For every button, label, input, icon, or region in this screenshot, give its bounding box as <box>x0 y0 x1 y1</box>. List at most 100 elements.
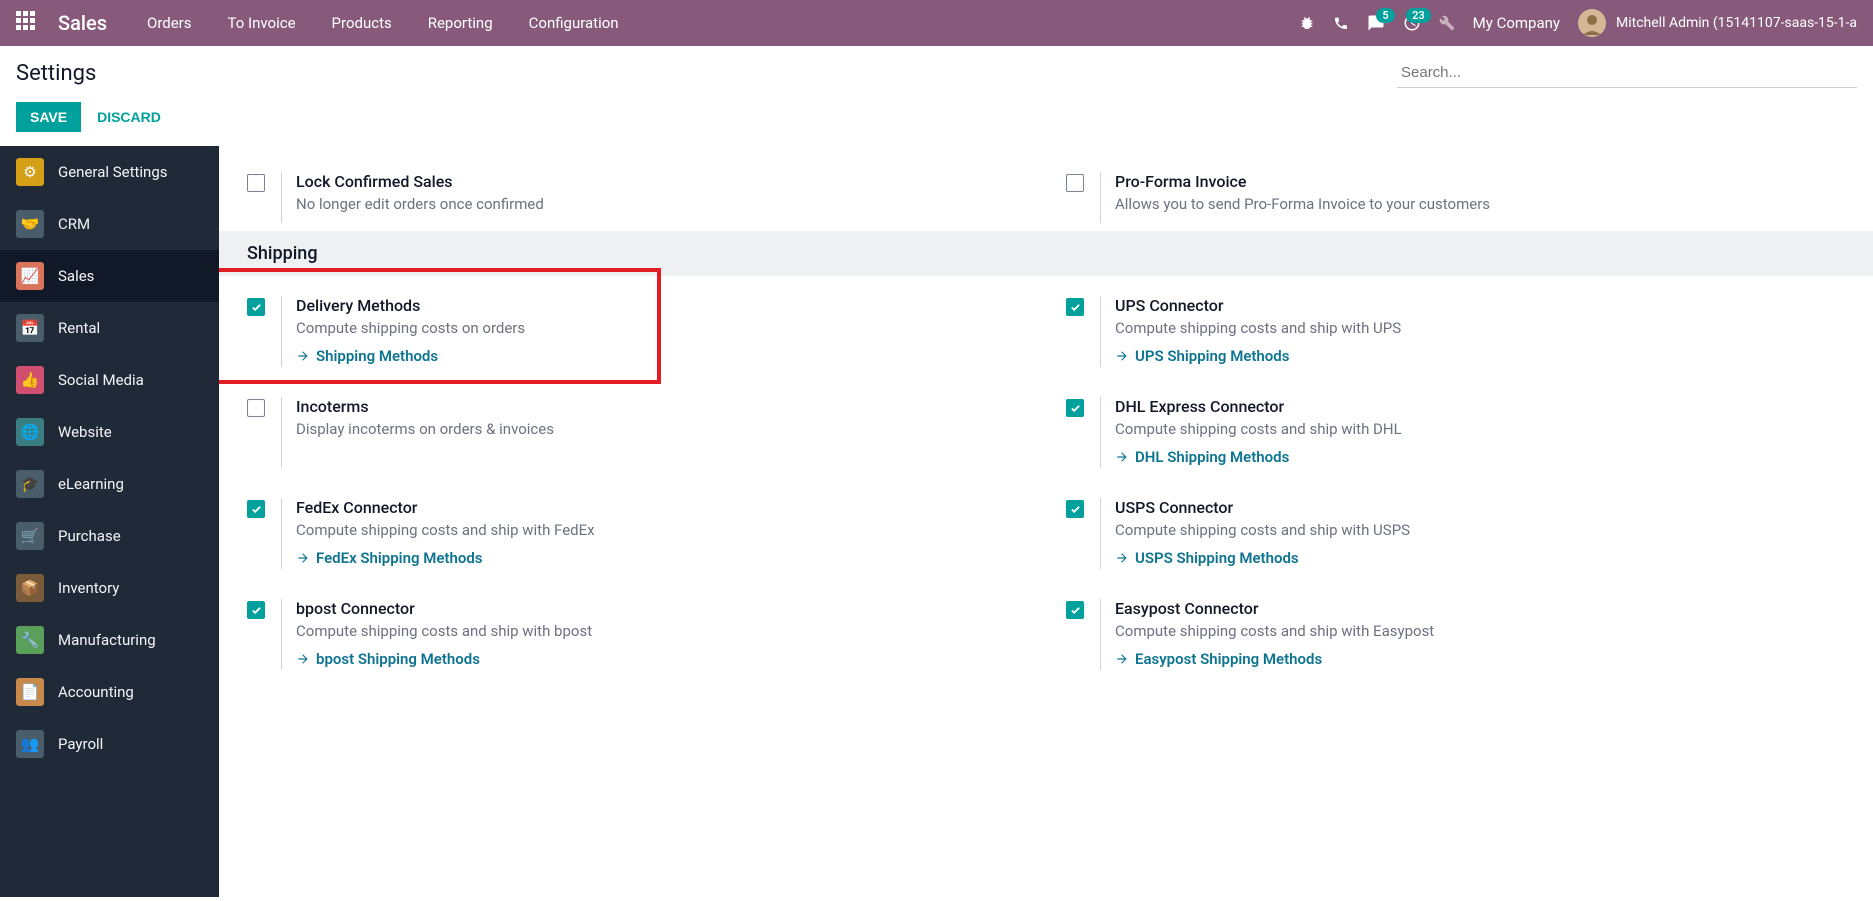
setting-link[interactable]: DHL Shipping Methods <box>1115 448 1289 466</box>
sidebar-item-sales[interactable]: 📈 Sales <box>0 250 219 302</box>
sidebar-label: General Settings <box>58 163 168 181</box>
nav-to-invoice[interactable]: To Invoice <box>228 14 296 32</box>
setting-title: bpost Connector <box>296 599 1026 618</box>
phone-icon[interactable] <box>1333 15 1349 31</box>
discard-button[interactable]: DISCARD <box>97 109 161 125</box>
messages-icon[interactable]: 5 <box>1367 14 1385 32</box>
sidebar-item-elearning[interactable]: 🎓 eLearning <box>0 458 219 510</box>
nav-reporting[interactable]: Reporting <box>428 14 493 32</box>
sidebar-item-crm[interactable]: 🤝 CRM <box>0 198 219 250</box>
divider <box>1100 599 1101 670</box>
sidebar-item-website[interactable]: 🌐 Website <box>0 406 219 458</box>
page-title: Settings <box>16 61 96 86</box>
setting-desc: Compute shipping costs on orders <box>296 319 1026 337</box>
save-button[interactable]: SAVE <box>16 102 81 132</box>
nav-products[interactable]: Products <box>332 14 392 32</box>
sidebar-label: Rental <box>58 319 100 337</box>
setting-title: Easypost Connector <box>1115 599 1845 618</box>
settings-sidebar: ⚙ General Settings 🤝 CRM 📈 Sales 📅 Renta… <box>0 146 219 897</box>
divider <box>281 172 282 223</box>
divider <box>281 296 282 367</box>
setting-fedex-connector: FedEx Connector Compute shipping costs a… <box>247 498 1026 569</box>
nav-configuration[interactable]: Configuration <box>529 14 619 32</box>
checkbox[interactable] <box>247 298 265 316</box>
sidebar-item-general-settings[interactable]: ⚙ General Settings <box>0 146 219 198</box>
sidebar-icon: 📈 <box>16 262 44 290</box>
setting-desc: No longer edit orders once confirmed <box>296 195 1026 213</box>
setting-link[interactable]: Easypost Shipping Methods <box>1115 650 1322 668</box>
checkbox[interactable] <box>247 500 265 518</box>
checkbox[interactable] <box>247 399 265 417</box>
user-menu[interactable]: Mitchell Admin (15141107-saas-15-1-a <box>1578 9 1857 37</box>
section-title-shipping: Shipping <box>219 231 1873 276</box>
apps-icon[interactable] <box>16 11 40 35</box>
search-input[interactable] <box>1397 58 1857 88</box>
sidebar-item-payroll[interactable]: 👥 Payroll <box>0 718 219 770</box>
setting-link[interactable]: UPS Shipping Methods <box>1115 347 1289 365</box>
setting-incoterms: Incoterms Display incoterms on orders & … <box>247 397 1026 468</box>
sidebar-icon: 🤝 <box>16 210 44 238</box>
app-brand[interactable]: Sales <box>58 11 107 35</box>
messages-badge: 5 <box>1376 8 1394 23</box>
sidebar-item-social-media[interactable]: 👍 Social Media <box>0 354 219 406</box>
sidebar-label: Manufacturing <box>58 631 156 649</box>
sidebar-label: Payroll <box>58 735 103 753</box>
sidebar-label: Sales <box>58 267 94 285</box>
setting-bpost-connector: bpost Connector Compute shipping costs a… <box>247 599 1026 670</box>
sidebar-item-manufacturing[interactable]: 🔧 Manufacturing <box>0 614 219 666</box>
sidebar-label: Purchase <box>58 527 121 545</box>
checkbox-proforma[interactable] <box>1066 174 1084 192</box>
bug-icon[interactable] <box>1299 15 1315 31</box>
nav-orders[interactable]: Orders <box>147 14 192 32</box>
setting-link[interactable]: bpost Shipping Methods <box>296 650 480 668</box>
setting-desc: Compute shipping costs and ship with UPS <box>1115 319 1845 337</box>
sidebar-icon: 🛒 <box>16 522 44 550</box>
activity-icon[interactable]: 23 <box>1403 14 1421 32</box>
settings-content: Lock Confirmed Sales No longer edit orde… <box>219 146 1873 897</box>
checkbox[interactable] <box>247 601 265 619</box>
setting-desc: Compute shipping costs and ship with Eas… <box>1115 622 1845 640</box>
setting-link[interactable]: USPS Shipping Methods <box>1115 549 1299 567</box>
setting-title: Incoterms <box>296 397 1026 416</box>
divider <box>1100 397 1101 468</box>
sidebar-icon: 🌐 <box>16 418 44 446</box>
sidebar-label: Social Media <box>58 371 144 389</box>
checkbox[interactable] <box>1066 399 1084 417</box>
divider <box>1100 296 1101 367</box>
navbar-right: 5 23 My Company Mitchell Admin (15141107… <box>1299 9 1857 37</box>
sidebar-icon: 🎓 <box>16 470 44 498</box>
setting-title: Lock Confirmed Sales <box>296 172 1026 191</box>
sidebar-item-inventory[interactable]: 📦 Inventory <box>0 562 219 614</box>
setting-usps-connector: USPS Connector Compute shipping costs an… <box>1066 498 1845 569</box>
activity-badge: 23 <box>1406 8 1431 23</box>
company-name[interactable]: My Company <box>1473 14 1560 32</box>
setting-title: Delivery Methods <box>296 296 1026 315</box>
checkbox-lock-confirmed[interactable] <box>247 174 265 192</box>
setting-title: USPS Connector <box>1115 498 1845 517</box>
sidebar-label: CRM <box>58 215 90 233</box>
sidebar-label: eLearning <box>58 475 124 493</box>
checkbox[interactable] <box>1066 298 1084 316</box>
divider <box>1100 172 1101 223</box>
sidebar-icon: 🔧 <box>16 626 44 654</box>
setting-easypost-connector: Easypost Connector Compute shipping cost… <box>1066 599 1845 670</box>
checkbox[interactable] <box>1066 601 1084 619</box>
sidebar-item-purchase[interactable]: 🛒 Purchase <box>0 510 219 562</box>
setting-link[interactable]: FedEx Shipping Methods <box>296 549 482 567</box>
sidebar-label: Accounting <box>58 683 134 701</box>
sidebar-icon: 📅 <box>16 314 44 342</box>
navbar-menu: Orders To Invoice Products Reporting Con… <box>147 14 1299 32</box>
setting-link[interactable]: Shipping Methods <box>296 347 438 365</box>
setting-title: FedEx Connector <box>296 498 1026 517</box>
sidebar-item-rental[interactable]: 📅 Rental <box>0 302 219 354</box>
sidebar-icon: 👥 <box>16 730 44 758</box>
sidebar-icon: 📄 <box>16 678 44 706</box>
action-bar: SAVE DISCARD <box>0 96 1873 146</box>
checkbox[interactable] <box>1066 500 1084 518</box>
sidebar-item-accounting[interactable]: 📄 Accounting <box>0 666 219 718</box>
setting-ups-connector: UPS Connector Compute shipping costs and… <box>1066 296 1845 367</box>
breadcrumb-bar: Settings <box>0 46 1873 96</box>
setting-title: Pro-Forma Invoice <box>1115 172 1845 191</box>
sidebar-icon: 👍 <box>16 366 44 394</box>
tools-icon[interactable] <box>1439 15 1455 31</box>
